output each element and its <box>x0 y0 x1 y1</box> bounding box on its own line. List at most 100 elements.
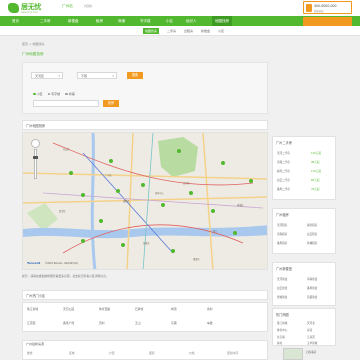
sidebar-resale: 广州二手房 天河二手房 120万起 海珠二手房 98万起 越秀二手房 110万起… <box>272 136 336 200</box>
sidebar-new: 广州新楼盘 天河新盘 海珠新盘 白云新盘 番禺新盘 增城新盘 花都新盘 <box>272 262 336 306</box>
list-item[interactable]: 珠江新城 <box>27 307 38 311</box>
logo-subtitle: www.ju51.com <box>21 11 38 14</box>
search-panel: 天河区 ▾ 不限 ▾ 搜索 小区 写字楼 商铺 找房 <box>22 62 268 114</box>
sidebar-link[interactable]: 番禺新盘 <box>307 286 317 290</box>
radio-shop[interactable]: 商铺 <box>65 92 75 96</box>
sidebar-link[interactable]: 海珠二手房 <box>277 160 290 164</box>
table-header: 户型 <box>109 351 115 355</box>
sidebar-link[interactable]: 海珠新盘 <box>307 277 317 281</box>
sidebar-link[interactable]: 越秀租房 <box>307 223 317 227</box>
nav-decoration <box>303 17 352 26</box>
sidebar-hot-area: 热门商圈 珠江新城 天河北 体育中心 岗顶 北京路 江南西 客村 五羊新城 <box>272 308 336 346</box>
nav-item-new[interactable]: 新楼盘 <box>68 16 79 26</box>
sidebar-link[interactable]: 黄埔租房 <box>307 241 317 245</box>
map-zoom-slider[interactable] <box>34 149 37 179</box>
subnav-resale[interactable]: 二手房 <box>167 28 176 34</box>
sidebar-link[interactable]: 番禺二手房 <box>277 187 290 191</box>
city-switch-link[interactable]: [切换] <box>84 4 92 8</box>
map-label: 海珠区 <box>143 242 150 245</box>
subnav-rent[interactable]: 出租房 <box>184 28 193 34</box>
sidebar-link[interactable]: 珠江新城 <box>277 321 287 325</box>
chevron-down-icon: ▾ <box>112 74 114 78</box>
keyword-input[interactable] <box>33 100 99 107</box>
sidebar-link[interactable]: 白云二手房 <box>277 178 290 182</box>
sidebar-link[interactable]: 增城新盘 <box>277 295 287 299</box>
sidebar-rent: 广州租房 天河租房 越秀租房 海珠租房 白云租房 番禺租房 黄埔租房 <box>272 208 336 254</box>
table-header: 更新时间 <box>227 351 239 355</box>
nav-item-shop[interactable]: 商铺 <box>118 16 125 26</box>
radio-dot <box>33 92 36 96</box>
map-label: 荔湾区 <box>59 210 66 213</box>
radio-office[interactable]: 写字楼 <box>47 92 60 96</box>
map-section-title: 广州地图找房 <box>22 120 268 130</box>
hotline-label: 客服热线 <box>314 10 324 13</box>
nav-item-estate[interactable]: 小区 <box>166 16 173 26</box>
list-item[interactable]: 岗顶 <box>171 307 177 311</box>
sidebar-link[interactable]: 天河二手房 <box>277 151 290 155</box>
sidebar-price: 76万起 <box>311 188 320 191</box>
listing-table: 广州最新房源 楼盘 区域 户型 面积 价格 更新时间 <box>22 340 268 360</box>
find-button[interactable]: 找房 <box>103 100 119 107</box>
sidebar-link[interactable]: 越秀二手房 <box>277 169 290 173</box>
logo[interactable]: 居无忧 www.ju51.com <box>8 2 54 14</box>
sidebar-link[interactable]: 北京路 <box>277 335 285 339</box>
search-button[interactable]: 搜索 <box>127 72 143 79</box>
radio-label: 商铺 <box>68 92 75 96</box>
map-zoom-handle[interactable] <box>33 156 38 159</box>
map-label: 白云区 <box>63 148 70 151</box>
list-item[interactable]: 五山 <box>135 321 141 325</box>
sidebar-link[interactable]: 天河租房 <box>277 223 287 227</box>
sidebar-link[interactable]: 海珠租房 <box>277 232 287 236</box>
list-item[interactable]: 客村 <box>207 307 213 311</box>
nav-item-office[interactable]: 写字楼 <box>140 16 151 26</box>
radio-dot <box>47 92 51 96</box>
subnav-map[interactable]: 地图找房 <box>143 28 160 34</box>
list-item[interactable]: 番禺广场 <box>63 321 74 325</box>
sidebar-link[interactable]: 天河北 <box>307 321 315 325</box>
nav-item-agent[interactable]: 经纪人 <box>186 16 197 26</box>
table-header: 价格 <box>189 351 195 355</box>
district-select[interactable]: 天河区 ▾ <box>31 72 63 79</box>
radio-dot <box>65 92 68 96</box>
nav-item-home[interactable]: 首页 <box>12 16 19 26</box>
subnav-new[interactable]: 新楼盘 <box>201 28 210 34</box>
list-item[interactable]: 天河公园 <box>63 307 74 311</box>
sidebar-link[interactable]: 白云新盘 <box>277 286 287 290</box>
hot-section-title: 广州热门小区 <box>22 290 268 300</box>
page-title: 广州地图找房 <box>22 52 44 56</box>
radio-estate[interactable]: 小区 <box>33 92 43 96</box>
sidebar-link[interactable]: 江南西 <box>307 335 315 339</box>
list-item[interactable]: 石牌桥 <box>135 307 143 311</box>
subnav-estate[interactable]: 小区 <box>218 28 224 34</box>
map-canvas[interactable]: 白云区 天河区 越秀区 海珠区 荔湾区 番禺区 黄埔区 珠江 广州站 体育中心 … <box>22 132 268 270</box>
nav-item-rent[interactable]: 租房 <box>96 16 103 26</box>
sidebar-link[interactable]: 五羊新城 <box>307 341 317 345</box>
sidebar-link[interactable]: 白云租房 <box>307 232 317 236</box>
map-graphic <box>23 133 267 269</box>
radio-label: 小区 <box>36 92 43 96</box>
sidebar-link[interactable]: 番禺租房 <box>277 241 287 245</box>
logo-icon <box>8 3 19 13</box>
sidebar-link[interactable]: 体育中心 <box>277 328 287 332</box>
sidebar-link[interactable]: 花都新盘 <box>307 295 317 299</box>
list-item[interactable]: 体育西路 <box>99 307 110 311</box>
list-item[interactable]: 员村 <box>99 321 105 325</box>
map-label: 番禺区 <box>193 258 200 261</box>
list-item[interactable]: 东圃 <box>171 321 177 325</box>
map-label: 体育中心 <box>155 192 164 195</box>
chevron-down-icon: ▾ <box>58 74 60 78</box>
hotline-number: 400-0000-000 <box>314 4 337 8</box>
map-label: 天河区 <box>183 182 190 185</box>
sidebar-link[interactable]: 客村 <box>277 341 282 345</box>
nav-item-map[interactable]: 地图找房 <box>212 16 232 26</box>
sidebar-link[interactable]: 天河新盘 <box>277 277 287 281</box>
area-select[interactable]: 不限 ▾ <box>77 72 117 79</box>
sidebar-title: 广州新楼盘 <box>276 267 292 271</box>
map-pan-control[interactable] <box>31 139 40 148</box>
list-item[interactable]: 江南西 <box>27 321 35 325</box>
sidebar-link[interactable]: 岗顶 <box>307 328 312 332</box>
map-provider-logo: Tencent <box>27 261 41 265</box>
nav-item-resale[interactable]: 二手房 <box>40 16 51 26</box>
list-item[interactable]: 车陂 <box>207 321 213 325</box>
map-copyright: ©2024 Tencent - GS(2023)1号 <box>45 262 79 265</box>
